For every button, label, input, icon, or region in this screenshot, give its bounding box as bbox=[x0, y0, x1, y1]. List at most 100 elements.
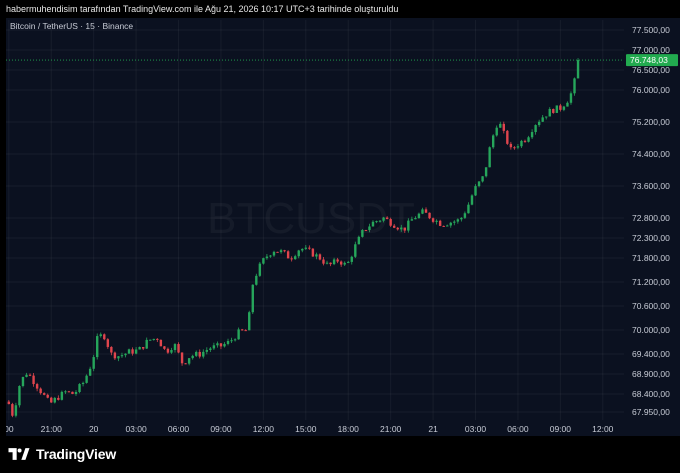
candle-body-34 bbox=[127, 349, 131, 354]
candle-body-41 bbox=[152, 338, 155, 340]
candle-body-50 bbox=[184, 363, 187, 365]
candle-body-92 bbox=[332, 259, 336, 265]
candle-body-85 bbox=[308, 247, 311, 249]
candle-body-16 bbox=[64, 391, 67, 393]
candle-body-115 bbox=[414, 218, 417, 220]
candle-body-4 bbox=[21, 376, 25, 387]
candle-body-142 bbox=[509, 143, 513, 148]
candle-body-107 bbox=[385, 217, 389, 220]
candlestick-chart[interactable]: BTCUSDT 77.500,0077.000,0076.500,0076.00… bbox=[4, 18, 680, 436]
candle-body-146 bbox=[523, 140, 527, 142]
brand-name: TradingView bbox=[36, 446, 117, 462]
symbol-legend[interactable]: Bitcoin / TetherUS · 15 · Binance bbox=[10, 21, 133, 31]
candle-body-118 bbox=[424, 209, 428, 213]
candle-body-77 bbox=[279, 250, 283, 253]
candle-body-110 bbox=[396, 227, 399, 230]
x-tick-label-4: 06:00 bbox=[168, 424, 190, 434]
candle-body-128 bbox=[460, 217, 463, 220]
y-tick-label-9: 71.800,00 bbox=[632, 253, 670, 263]
candle-body-24 bbox=[92, 357, 95, 369]
candle-body-54 bbox=[198, 351, 201, 357]
candle-body-161 bbox=[576, 60, 580, 79]
candle-body-53 bbox=[195, 351, 198, 356]
candle-body-69 bbox=[251, 284, 254, 313]
x-tick-label-6: 12:00 bbox=[253, 424, 275, 434]
candle-body-88 bbox=[318, 254, 322, 260]
candle-body-39 bbox=[145, 339, 148, 349]
candle-body-78 bbox=[283, 250, 286, 252]
candle-body-90 bbox=[325, 262, 329, 264]
candle-body-21 bbox=[81, 382, 85, 385]
x-tick-label-14: 12:00 bbox=[592, 424, 614, 434]
candle-body-98 bbox=[354, 244, 357, 257]
y-tick-label-10: 71.200,00 bbox=[632, 277, 670, 287]
x-tick-label-11: 03:00 bbox=[465, 424, 487, 434]
candle-body-15 bbox=[60, 391, 64, 400]
price-axis[interactable]: 77.500,00 77.000,00 76.500,00 76.000,00 75.2… bbox=[632, 25, 670, 417]
candle-body-81 bbox=[294, 256, 297, 260]
candle-body-84 bbox=[304, 247, 308, 249]
candle-body-33 bbox=[124, 353, 127, 356]
candle-body-114 bbox=[410, 219, 414, 221]
candle-body-145 bbox=[520, 140, 523, 147]
y-tick-label-12: 70.000,00 bbox=[632, 325, 670, 335]
candle-body-100 bbox=[361, 230, 364, 237]
candle-body-58 bbox=[212, 345, 216, 349]
y-tick-label-15: 68.400,00 bbox=[632, 389, 670, 399]
candle-body-152 bbox=[545, 116, 548, 118]
x-tick-label-12: 06:00 bbox=[507, 424, 529, 434]
candle-body-55 bbox=[202, 351, 205, 357]
candle-body-59 bbox=[216, 343, 219, 346]
candle-body-149 bbox=[534, 125, 537, 133]
candle-body-65 bbox=[237, 329, 240, 340]
candle-body-121 bbox=[435, 220, 438, 222]
candle-body-154 bbox=[552, 108, 555, 113]
candle-body-109 bbox=[392, 225, 396, 228]
candle-body-143 bbox=[513, 147, 516, 149]
candle-body-97 bbox=[350, 256, 353, 262]
candle-body-80 bbox=[290, 258, 293, 260]
candle-body-133 bbox=[477, 181, 481, 187]
candle-body-70 bbox=[255, 275, 258, 285]
candle-body-99 bbox=[357, 236, 361, 245]
tradingview-brand[interactable]: TradingView bbox=[8, 446, 116, 462]
chart-panel[interactable]: BTCUSDT 77.500,00 77.000,00 76.500,00 76.00… bbox=[4, 18, 680, 436]
candle-body-0 bbox=[7, 401, 11, 405]
candle-body-76 bbox=[276, 251, 279, 253]
candle-body-134 bbox=[481, 176, 484, 182]
candle-body-5 bbox=[25, 374, 28, 377]
candle-body-130 bbox=[467, 204, 470, 214]
candle-body-72 bbox=[262, 258, 265, 264]
candle-body-157 bbox=[562, 106, 566, 110]
candle-body-26 bbox=[99, 334, 102, 337]
candle-body-63 bbox=[230, 340, 233, 342]
last-price-tag: 76.748,03 bbox=[626, 54, 678, 67]
time-axis[interactable]: 00 21:00 20 03:00 06:00 09:00 12:00 15:00 18:00 2… bbox=[4, 424, 614, 434]
candle-body-12 bbox=[50, 397, 53, 403]
candle-body-86 bbox=[311, 248, 315, 257]
candle-body-56 bbox=[205, 349, 209, 352]
candle-body-147 bbox=[527, 137, 530, 142]
candle-body-25 bbox=[96, 336, 99, 358]
candle-body-140 bbox=[502, 123, 505, 131]
y-tick-label-11: 70.600,00 bbox=[632, 301, 670, 311]
candle-body-123 bbox=[442, 225, 445, 227]
candle-body-131 bbox=[470, 195, 474, 205]
candle-body-106 bbox=[382, 217, 385, 221]
candle-body-139 bbox=[499, 123, 502, 128]
candle-body-87 bbox=[315, 254, 318, 257]
candle-body-151 bbox=[541, 117, 544, 122]
candle-body-6 bbox=[28, 374, 32, 376]
candle-body-57 bbox=[209, 348, 212, 350]
x-tick-label-3: 03:00 bbox=[125, 424, 147, 434]
candle-body-1 bbox=[11, 404, 14, 416]
candle-body-30 bbox=[113, 352, 117, 359]
candle-body-46 bbox=[170, 350, 173, 353]
candle-body-11 bbox=[46, 394, 49, 398]
last-price-label: 76.748,03 bbox=[630, 55, 668, 65]
candle-body-75 bbox=[272, 251, 276, 256]
candle-body-31 bbox=[117, 356, 120, 359]
candle-body-20 bbox=[78, 384, 81, 393]
candle-body-7 bbox=[32, 375, 35, 385]
candle-body-37 bbox=[138, 347, 141, 350]
